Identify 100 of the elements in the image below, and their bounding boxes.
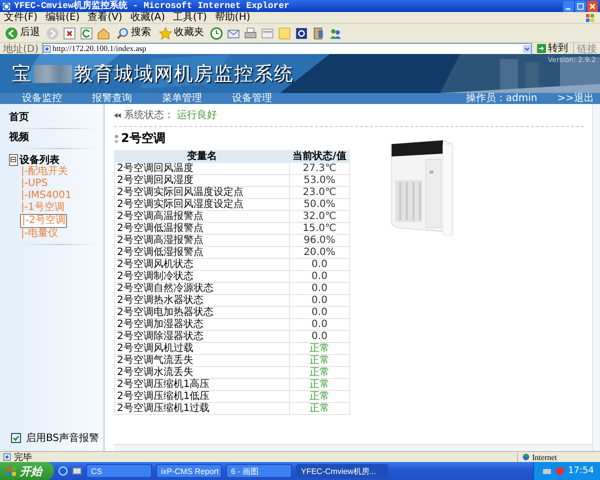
taskbar-button[interactable]: YFEC-Cmview机房... [296, 464, 388, 478]
window-title: YFEC-Cmview机房监控系统 - Microsoft Internet Explorer [14, 0, 290, 12]
table-cell: 2号空调热水器状态 [114, 294, 290, 306]
close-icon[interactable] [587, 0, 598, 12]
table-cell: 2号空调气流丢失 [114, 354, 290, 366]
column-header: 当前状态/值 [290, 150, 350, 162]
nav-link[interactable]: 菜单管理 [162, 93, 202, 104]
nav-link[interactable]: 设备监控 [22, 93, 62, 104]
globe-icon [522, 453, 530, 461]
table-cell: 2号空调自然冷源状态 [114, 282, 290, 294]
browser-icon [2, 2, 11, 10]
clock: 17:54 [568, 466, 594, 476]
table-cell: 2号空调风机状态 [114, 258, 290, 270]
back-button[interactable]: 后退 [3, 26, 42, 40]
address-field[interactable]: http://172.20.100.1/index.asp [42, 42, 532, 54]
menu-item[interactable]: 编辑(E) [46, 12, 80, 23]
tree-label[interactable]: 设备列表 [20, 154, 60, 166]
checkbox-label: 启用BS声音报警 [26, 432, 100, 445]
desktop-icon[interactable] [72, 466, 82, 476]
page-icon [3, 453, 11, 461]
device-title: 2号空调 [121, 130, 166, 147]
sidebar-link[interactable]: 首页 [9, 112, 29, 124]
table-cell: 0.0 [290, 330, 350, 342]
windows-logo-icon [584, 12, 596, 22]
vertical-scrollbar[interactable] [592, 104, 600, 451]
menu-item[interactable]: 收藏(A) [130, 12, 165, 23]
back-icon [5, 26, 18, 40]
refresh-icon[interactable] [80, 26, 93, 40]
taskbar-button[interactable]: ixP-CMS Report [156, 464, 222, 478]
table-cell: 2号空调实际回风温度设定点 [114, 186, 290, 198]
table-cell: 正常 [290, 378, 350, 390]
table-cell: 2号空调加湿器状态 [114, 318, 290, 330]
logout-link[interactable]: >>退出 [557, 93, 594, 104]
table-cell: 0.0 [290, 294, 350, 306]
search-button[interactable]: 搜索 [114, 26, 153, 40]
windows-logo-icon [6, 466, 17, 476]
tree-toggle[interactable]: ⊟ [9, 154, 18, 166]
table-cell: 2号空调实际回风湿度设定点 [114, 198, 290, 210]
table-cell: 27.3℃ [290, 162, 350, 174]
table-cell: 正常 [290, 354, 350, 366]
bullet-icon [114, 134, 119, 144]
column-header: 变量名 [114, 150, 290, 162]
table-cell: 2号空调回风湿度 [114, 174, 290, 186]
sidebar-link[interactable]: 视频 [9, 132, 29, 144]
table-cell: 0.0 [290, 282, 350, 294]
messenger-icon[interactable] [329, 26, 342, 40]
star-icon [159, 26, 172, 40]
taskbar-button[interactable]: CS [86, 464, 152, 478]
edit-icon[interactable] [261, 26, 274, 40]
table-cell: 正常 [290, 342, 350, 354]
table-cell: 23.0℃ [290, 186, 350, 198]
table-cell: 0.0 [290, 306, 350, 318]
banner-title: 教育城域网机房监控系统 [74, 62, 294, 86]
table-cell: 53.0% [290, 174, 350, 186]
go-button[interactable]: 转到 [535, 43, 570, 54]
table-cell: 96.0% [290, 234, 350, 246]
page-icon [42, 44, 51, 52]
maximize-icon[interactable] [575, 0, 586, 12]
arrow-icon [114, 112, 121, 118]
table-cell: 2号空调水流丢失 [114, 366, 290, 378]
banner-title: 宝 [12, 62, 32, 86]
table-cell: 50.0% [290, 198, 350, 210]
dropdown-icon[interactable] [523, 44, 531, 52]
table-cell: 2号空调风机过载 [114, 342, 290, 354]
table-cell: 32.0℃ [290, 210, 350, 222]
address-label: 地址(D) [3, 42, 39, 56]
table-cell: 2号空调除湿器状态 [114, 330, 290, 342]
table-cell: 0.0 [290, 270, 350, 282]
table-cell: 0.0 [290, 258, 350, 270]
status-label: 系统状态： [124, 108, 174, 122]
favorites-button[interactable]: 收藏夹 [157, 26, 206, 40]
menu-item[interactable]: 工具(T) [173, 12, 207, 23]
history-icon[interactable] [210, 26, 223, 40]
taskbar-button[interactable]: 6 - 画图 [226, 464, 292, 478]
table-cell: 0.0 [290, 318, 350, 330]
minimize-icon[interactable] [563, 0, 574, 12]
operator-label: 操作员：admin [466, 93, 538, 104]
network-icon[interactable] [542, 466, 552, 476]
nav-link[interactable]: 报警查询 [92, 93, 132, 104]
checkbox[interactable] [11, 433, 21, 443]
status-text: 完毕 [14, 452, 32, 464]
table-cell: 2号空调低温报警点 [114, 222, 290, 234]
table-cell: 正常 [290, 402, 350, 414]
print-icon[interactable] [244, 26, 257, 40]
home-icon[interactable] [97, 26, 110, 40]
menu-item[interactable]: 帮助(H) [214, 12, 250, 23]
table-cell: 20.0% [290, 246, 350, 258]
horizontal-scrollbar[interactable] [114, 444, 592, 451]
table-cell: 2号空调低湿报警点 [114, 246, 290, 258]
table-cell: 正常 [290, 390, 350, 402]
table-cell: 正常 [290, 366, 350, 378]
table-cell: 2号空调高湿报警点 [114, 234, 290, 246]
blurred-text [34, 64, 72, 82]
menu-item[interactable]: 查看(V) [88, 12, 122, 23]
stop-icon[interactable] [63, 26, 76, 40]
table-cell: 2号空调压缩机1低压 [114, 390, 290, 402]
table-cell: 2号空调压缩机1过载 [114, 402, 290, 414]
nav-link[interactable]: 设备管理 [232, 93, 272, 104]
browser-icon[interactable] [58, 466, 68, 476]
table-cell: 2号空调压缩机1高压 [114, 378, 290, 390]
